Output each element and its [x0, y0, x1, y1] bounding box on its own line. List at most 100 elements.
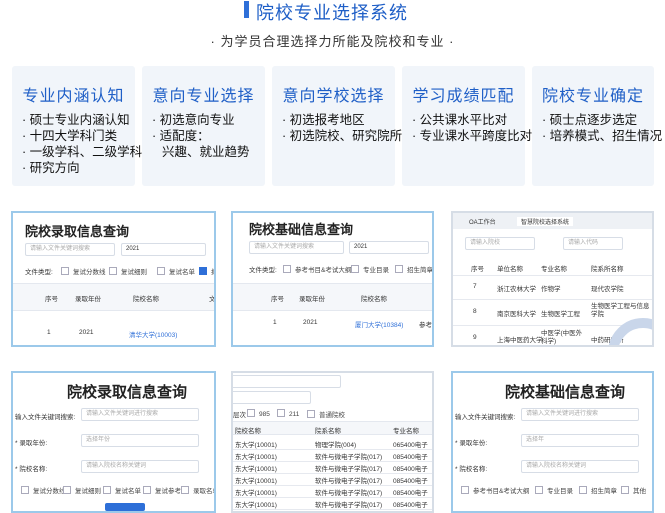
field-label: * 院校名称: — [15, 466, 48, 473]
field-label: 输入文件关键词搜索: — [455, 414, 516, 421]
card-school-selection: 意向学校选择 · 初选报考地区 · 初选院校、研究院所 — [272, 66, 402, 186]
filter-checkbox[interactable]: 普通院校 — [307, 409, 345, 419]
row-divider — [233, 497, 432, 498]
card-item: · 专业课水平跨度比对 — [412, 129, 533, 143]
filter-checkbox[interactable]: 招生简章 — [579, 485, 617, 495]
panel-title: 院校基础信息查询 — [505, 384, 626, 401]
column-header: 单位名称 — [497, 266, 523, 273]
filter-checkbox[interactable]: 复试细则 — [109, 266, 147, 276]
table-cell: 东大学(10001) — [235, 454, 277, 461]
card-item: · 硕士点逐步选定 — [542, 113, 638, 127]
filter-checkbox[interactable]: 复试名单 — [103, 485, 141, 495]
table-cell: 生物医学工程 — [541, 311, 580, 318]
field-label: * 录取年份: — [15, 440, 48, 447]
column-header: 院系所名称 — [591, 266, 624, 273]
row-divider — [233, 509, 432, 510]
table-cell: 2021 — [79, 329, 94, 336]
table-cell: 东大学(10001) — [235, 466, 277, 473]
filter-select[interactable] — [233, 375, 341, 388]
card-list: · 初选意向专业 · 适配度： 兴趣、就业趋势 — [152, 112, 250, 160]
filter-checkbox[interactable]: 复试名单 — [157, 266, 195, 276]
school-link[interactable]: 清华大学(10003) — [129, 329, 177, 339]
title-accent-bar — [244, 1, 249, 18]
filter-checkbox[interactable]: 其他 — [621, 485, 646, 495]
search-input[interactable]: 请输入文件关键词搜索 — [25, 243, 115, 256]
column-header: 序号 — [45, 296, 58, 303]
table-cell: 8 — [473, 308, 477, 315]
table-cell: 浙江农林大学 — [497, 286, 536, 293]
filter-checkbox[interactable]: 复试细则 — [63, 485, 101, 495]
row-divider — [233, 449, 432, 450]
column-header: 录取年份 — [75, 296, 101, 303]
keyword-input[interactable]: 请输入文件关键词进行搜索 — [521, 408, 639, 421]
filter-checkbox[interactable]: 专业目录 — [535, 485, 573, 495]
column-header: 文 — [209, 296, 216, 303]
card-item: · 十四大学科门类 — [22, 129, 118, 143]
keyword-input[interactable]: 请输入文件关键词进行搜索 — [81, 408, 199, 421]
card-title: 意向专业选择 — [152, 88, 255, 105]
row-divider — [233, 485, 432, 486]
filter-checkbox[interactable]: 复试分数线 — [21, 485, 66, 495]
table-cell: 软件与微电子学院(017) — [315, 502, 383, 509]
card-title: 院校专业确定 — [541, 88, 644, 105]
panel-title: 院校录取信息查询 — [67, 384, 188, 401]
table-cell: 东大学(10001) — [235, 490, 277, 497]
column-header: 专业名称 — [541, 266, 567, 273]
table-cell: 软件与微电子学院(017) — [315, 478, 383, 485]
card-list: · 硕士专业内涵认知 · 十四大学科门类 · 一级学科、二级学科 · 研究方向 — [22, 112, 142, 176]
query-button[interactable] — [105, 503, 145, 511]
table-cell: 085400电子 — [393, 454, 428, 461]
column-header: 院系名称 — [315, 428, 341, 435]
page-title: 院校专业选择系统 — [256, 3, 408, 23]
admission-query-form-panel: 院校录取信息查询 输入文件关键词搜索: 请输入文件关键词进行搜索 * 录取年份:… — [11, 371, 216, 513]
card-score-match: 学习成绩匹配 · 公共课水平比对 · 专业课水平跨度比对 — [402, 66, 532, 186]
year-select[interactable]: 选择年 — [521, 434, 639, 447]
filter-select-secondary[interactable] — [233, 391, 311, 404]
school-name-input[interactable]: 请输入院校名称关键词 — [521, 460, 639, 473]
school-search-input[interactable]: 请输入院校 — [465, 237, 535, 250]
filter-checkbox[interactable]: 拟录 — [199, 266, 214, 276]
table-cell: 2021 — [303, 319, 318, 326]
tab-oa[interactable]: OA工作台 — [469, 217, 496, 226]
tab-school-system[interactable]: 智慧院校选择系统 — [517, 217, 574, 226]
card-item: · 初选院校、研究院所 — [282, 129, 403, 143]
card-title: 学习成绩匹配 — [412, 88, 515, 105]
filter-checkbox[interactable]: 参考书目&考试大纲 — [283, 264, 351, 274]
table-cell: 作物学 — [541, 286, 561, 293]
row-divider — [233, 473, 432, 474]
card-item: 兴趣、就业趋势 — [162, 145, 250, 159]
filter-checkbox[interactable]: 招生简章 — [395, 264, 432, 274]
column-header: 录取年份 — [299, 296, 325, 303]
search-input[interactable]: 请输入文件关键词搜索 — [249, 241, 344, 254]
table-cell: 软件与微电子学院(017) — [315, 466, 383, 473]
panel-title: 院校录取信息查询 — [25, 224, 130, 239]
school-name-input[interactable]: 请输入院校名称关键词 — [81, 460, 199, 473]
table-header: 序号 录取年份 院校名称 文 — [13, 283, 216, 311]
year-select[interactable]: 选择年份 — [81, 434, 199, 447]
filter-checkbox[interactable]: 985 — [247, 409, 270, 418]
table-cell: 物理学院(004) — [315, 442, 357, 449]
filter-checkbox[interactable]: 参考书目&考试大纲 — [461, 485, 529, 495]
card-item: · 公共课水平比对 — [412, 113, 508, 127]
card-item: · 初选报考地区 — [282, 113, 365, 127]
filter-checkbox[interactable]: 录取名单 — [181, 485, 214, 495]
filter-checkbox[interactable]: 复试分数线 — [61, 266, 106, 276]
year-select[interactable]: 2021 — [349, 241, 429, 254]
column-header: 院校名称 — [235, 428, 261, 435]
card-list: · 硕士点逐步选定 · 培养模式、招生情况 — [542, 112, 662, 144]
year-select[interactable]: 2021 — [121, 243, 206, 256]
school-link[interactable]: 厦门大学(10384) — [355, 319, 403, 329]
table-cell: 085400电子 — [393, 502, 428, 509]
table-header: 院校名称 院系名称 专业名称 — [233, 421, 432, 435]
table-cell: 现代农学院 — [591, 286, 624, 293]
filter-label: 文件类型: — [25, 269, 53, 276]
admission-query-panel: 院校录取信息查询 请输入文件关键词搜索 2021 文件类型: 复试分数线 复试细… — [11, 211, 216, 347]
card-item: · 研究方向 — [22, 161, 80, 175]
table-cell: 中医学(中医外科学) — [541, 330, 583, 345]
code-search-input[interactable]: 请输入代码 — [563, 237, 623, 250]
field-label: * 院校名称: — [455, 466, 488, 473]
filter-checkbox[interactable]: 211 — [277, 409, 299, 418]
card-item: · 一级学科、二级学科 — [22, 145, 143, 159]
filter-checkbox[interactable]: 专业目录 — [351, 264, 389, 274]
filter-checkbox[interactable]: 复试参考 — [143, 485, 181, 495]
